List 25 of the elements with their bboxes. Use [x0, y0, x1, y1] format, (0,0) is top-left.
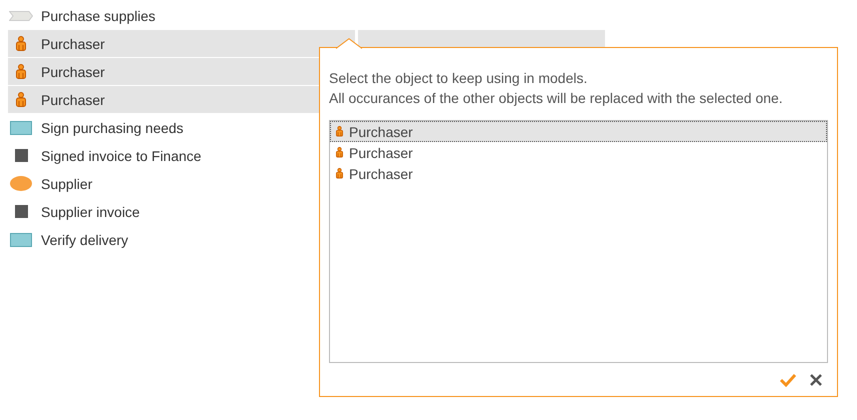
list-item[interactable]: Purchaser	[8, 30, 319, 58]
chevron-icon	[9, 10, 33, 20]
object-option[interactable]: Purchaser	[330, 121, 827, 142]
list-item[interactable]: Verify delivery	[8, 226, 128, 254]
close-icon	[810, 374, 822, 386]
ellipse-icon	[10, 176, 32, 191]
rectangle-icon	[10, 120, 32, 134]
instruction-text: All occurances of the other objects will be replaced with the selected one.	[329, 89, 784, 108]
person-icon	[336, 147, 343, 158]
square-icon	[14, 149, 28, 162]
person-icon	[336, 168, 343, 179]
list-item[interactable]: Supplier	[8, 170, 92, 198]
person-icon	[16, 64, 26, 79]
instruction-text: Select the object to keep using in models.	[329, 69, 588, 88]
list-item[interactable]: Sign purchasing needs	[8, 114, 184, 142]
rectangle-icon	[10, 232, 32, 246]
person-icon	[16, 92, 26, 107]
checkmark-icon	[779, 373, 797, 387]
list-item[interactable]: Purchaser	[8, 58, 319, 86]
list-item[interactable]: Purchaser	[8, 86, 319, 114]
person-icon	[16, 36, 26, 51]
square-icon	[14, 205, 28, 218]
list-item[interactable]: Signed invoice to Finance	[8, 142, 202, 170]
list-item[interactable]: Supplier invoice	[8, 198, 140, 226]
person-icon	[336, 126, 343, 137]
